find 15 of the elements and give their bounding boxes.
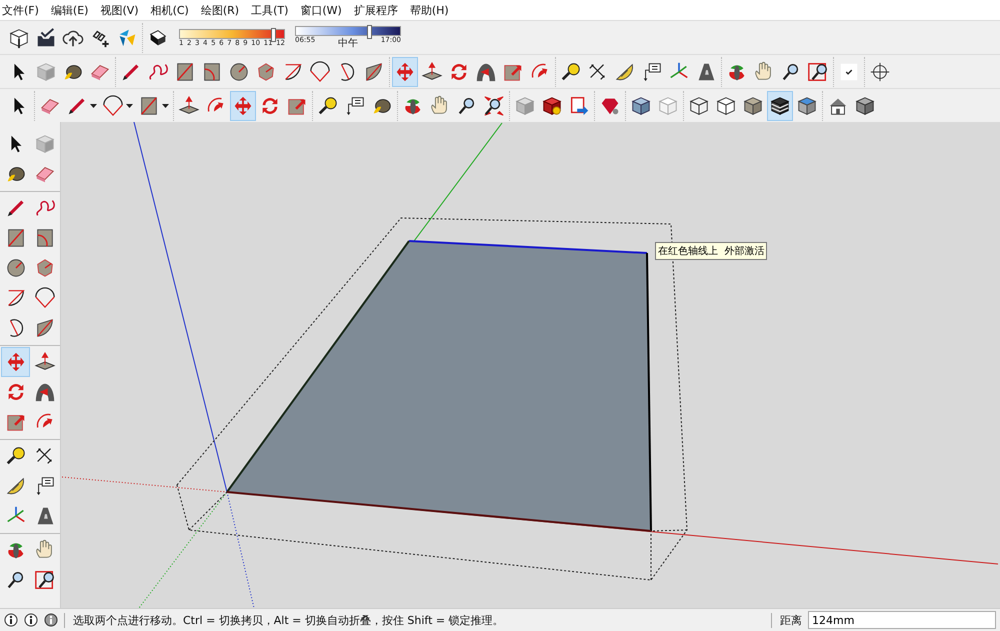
menu-item[interactable]: 扩展程序	[354, 2, 398, 18]
menu-item[interactable]: 编辑(E)	[50, 2, 88, 18]
menu-item[interactable]: 相机(C)	[150, 2, 189, 18]
measurement-field[interactable]: 124mm	[808, 611, 996, 629]
measurement-label: 距离	[771, 612, 802, 628]
menu-item[interactable]: 帮助(H)	[410, 2, 449, 18]
menu-item[interactable]: 窗口(W)	[300, 2, 342, 18]
menu-item[interactable]: 绘图(R)	[200, 2, 240, 18]
menu-item[interactable]: 文件(F)	[2, 2, 39, 18]
menu-item[interactable]: 工具(T)	[251, 2, 288, 18]
noon-label: 中午	[338, 36, 358, 50]
modeling-viewport[interactable]: 在红色轴线上 外部激活	[61, 122, 1000, 608]
menu-item[interactable]: 视图(V)	[100, 2, 139, 18]
status-message: 选取两个点进行移动。Ctrl = 切换拷贝，Alt = 切换自动折叠，按住 Shift = 锁定推理。	[64, 612, 765, 628]
inference-tooltip: 在红色轴线上 外部激活	[655, 242, 768, 260]
